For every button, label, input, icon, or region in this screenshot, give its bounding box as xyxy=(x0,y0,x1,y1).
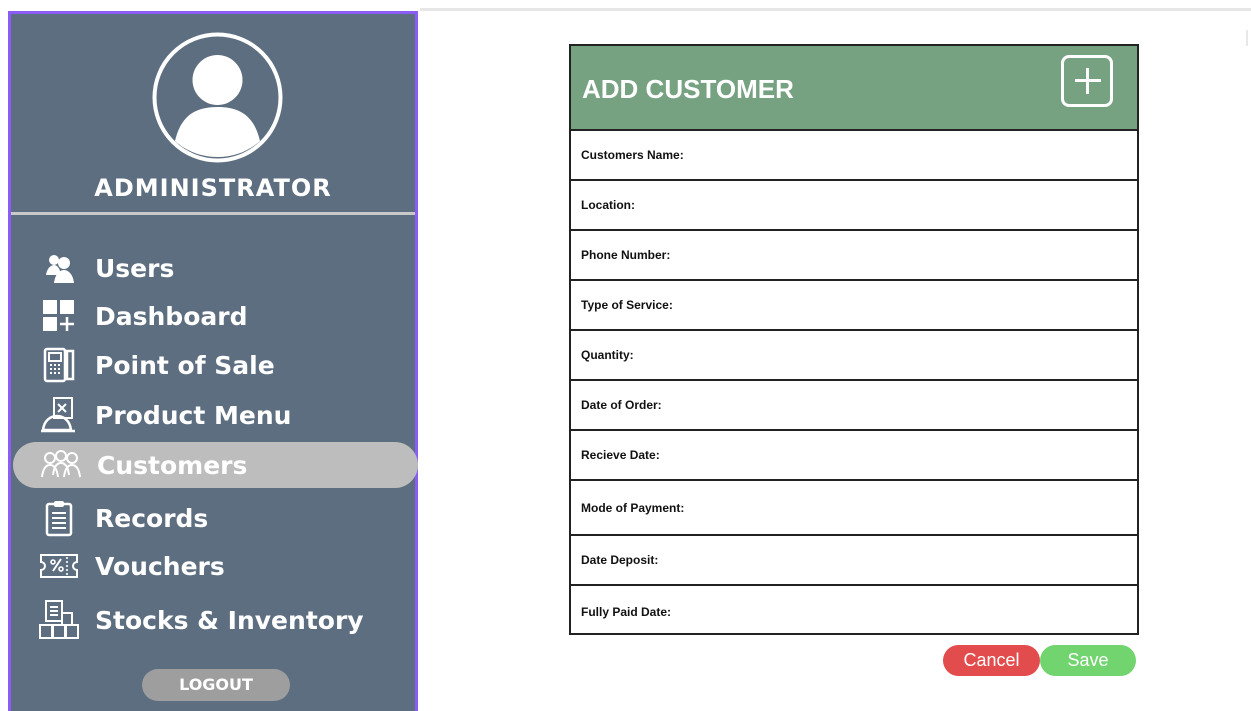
date-deposit-field[interactable]: Date Deposit: xyxy=(571,536,1137,586)
sidebar-item-product-menu[interactable]: Product Menu xyxy=(11,392,415,438)
type-of-service-field[interactable]: Type of Service: xyxy=(571,281,1137,331)
add-customer-form: ADD CUSTOMER Customers Name: Location: P… xyxy=(569,44,1139,635)
add-icon[interactable] xyxy=(1061,55,1113,107)
product-menu-icon xyxy=(37,395,81,435)
records-icon xyxy=(37,498,81,538)
recieve-date-field[interactable]: Recieve Date: xyxy=(571,431,1137,481)
sidebar-item-label: Users xyxy=(95,253,175,283)
sidebar-item-label: Records xyxy=(95,503,209,533)
sidebar-item-point-of-sale[interactable]: Point of Sale xyxy=(11,342,415,388)
sidebar-item-label: Product Menu xyxy=(95,400,292,430)
save-button[interactable]: Save xyxy=(1040,645,1136,676)
sidebar: ADMINISTRATOR Users Dashboard Point of S… xyxy=(8,11,418,711)
sidebar-item-label: Stocks & Inventory xyxy=(95,605,364,635)
form-header: ADD CUSTOMER xyxy=(571,46,1137,131)
point-of-sale-icon xyxy=(37,345,81,385)
vouchers-icon xyxy=(37,546,81,586)
dashboard-icon xyxy=(37,296,81,336)
form-title: ADD CUSTOMER xyxy=(582,74,794,104)
edge-mark xyxy=(1246,30,1248,46)
mode-of-payment-field[interactable]: Mode of Payment: xyxy=(571,481,1137,536)
users-icon xyxy=(37,248,81,288)
customers-icon xyxy=(39,445,83,485)
sidebar-divider xyxy=(11,212,415,215)
sidebar-item-label: Point of Sale xyxy=(95,350,275,380)
avatar-icon xyxy=(152,32,283,163)
stocks-inventory-icon xyxy=(37,600,81,640)
cancel-button[interactable]: Cancel xyxy=(943,645,1040,676)
customers-name-field[interactable]: Customers Name: xyxy=(571,131,1137,181)
sidebar-item-vouchers[interactable]: Vouchers xyxy=(11,543,415,589)
location-field[interactable]: Location: xyxy=(571,181,1137,231)
quantity-field[interactable]: Quantity: xyxy=(571,331,1137,381)
sidebar-item-customers[interactable]: Customers xyxy=(13,442,418,488)
sidebar-item-stocks-inventory[interactable]: Stocks & Inventory xyxy=(11,597,415,643)
sidebar-item-label: Vouchers xyxy=(95,551,225,581)
fully-paid-date-field[interactable]: Fully Paid Date: xyxy=(571,586,1137,637)
sidebar-item-records[interactable]: Records xyxy=(11,495,415,541)
sidebar-item-dashboard[interactable]: Dashboard xyxy=(11,293,415,339)
sidebar-item-label: Dashboard xyxy=(95,301,248,331)
date-of-order-field[interactable]: Date of Order: xyxy=(571,381,1137,431)
phone-number-field[interactable]: Phone Number: xyxy=(571,231,1137,281)
admin-title: ADMINISTRATOR xyxy=(94,174,332,202)
top-divider xyxy=(420,8,1251,11)
sidebar-item-users[interactable]: Users xyxy=(11,245,415,291)
logout-button[interactable]: LOGOUT xyxy=(142,669,290,701)
sidebar-item-label: Customers xyxy=(97,450,248,480)
